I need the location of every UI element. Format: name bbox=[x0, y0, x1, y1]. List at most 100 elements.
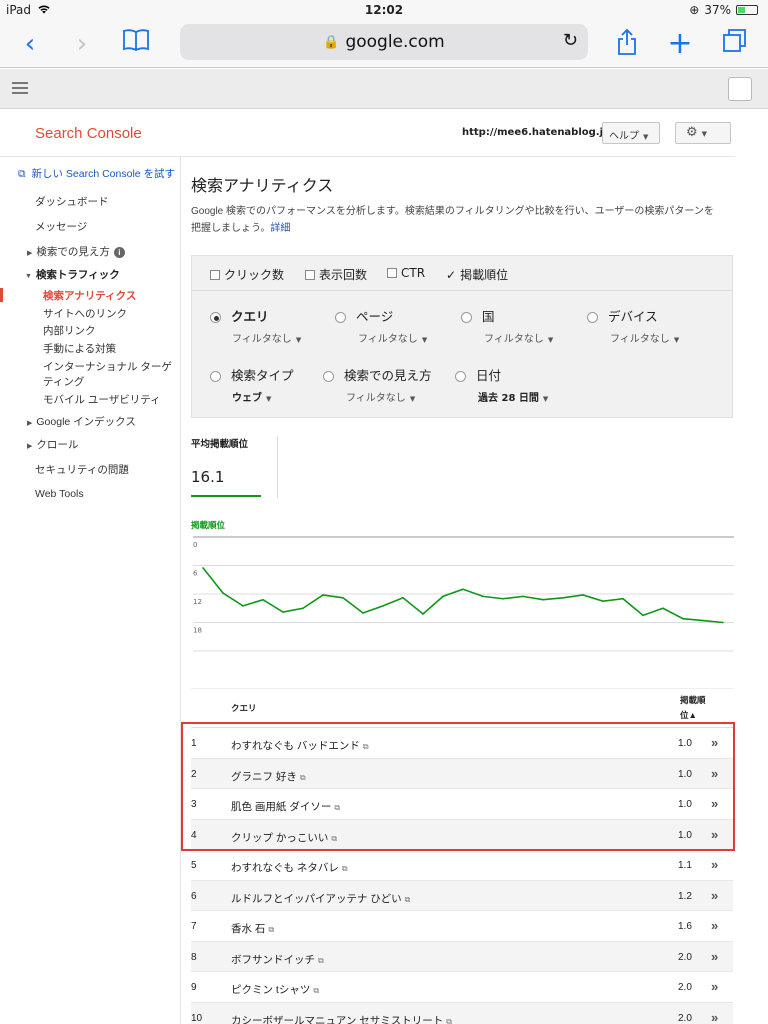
sidebar-item-crawl[interactable]: ▶ クロール bbox=[27, 437, 78, 452]
dimension-country[interactable]: 国 bbox=[461, 306, 495, 325]
dimension-filter-device[interactable]: フィルタなし ▼ bbox=[610, 330, 679, 345]
query-text[interactable]: わすれなぐも ネタバレ ⧉ bbox=[231, 860, 348, 875]
data-point bbox=[322, 594, 324, 596]
metric-impressions[interactable]: 表示回数 bbox=[305, 266, 367, 283]
bookmarks-button[interactable] bbox=[120, 28, 152, 60]
checkmark-icon[interactable]: ✓ bbox=[446, 268, 456, 282]
metric-clicks[interactable]: クリック数 bbox=[210, 266, 284, 283]
help-button[interactable]: ヘルプ ▼ bbox=[602, 122, 660, 144]
external-link-icon[interactable]: ⧉ bbox=[313, 986, 319, 995]
column-header-query[interactable]: クエリ bbox=[231, 702, 257, 714]
sidebar-item-label: Google インデックス bbox=[36, 416, 136, 428]
forward-button[interactable]: › bbox=[66, 28, 98, 60]
table-row[interactable]: 10 カシーボザールマニュアン セサミストリート ⧉ 2.0 » bbox=[191, 1002, 733, 1024]
data-point bbox=[422, 613, 424, 615]
brand-logo[interactable]: Search Console bbox=[35, 125, 142, 142]
external-link-icon[interactable]: ⧉ bbox=[342, 864, 348, 873]
radio-button[interactable] bbox=[335, 312, 346, 323]
reload-icon[interactable]: ↻ bbox=[563, 30, 578, 51]
address-bar[interactable]: 🔒 google.com ↻ bbox=[180, 24, 588, 60]
share-button[interactable] bbox=[611, 28, 643, 60]
sidebar-item-internal-links[interactable]: 内部リンク bbox=[43, 323, 96, 338]
radio-button[interactable] bbox=[587, 312, 598, 323]
table-row[interactable]: 9 ピクミン tシャツ ⧉ 2.0 » bbox=[191, 972, 733, 1003]
sidebar-item-web-tools[interactable]: Web Tools bbox=[35, 488, 84, 500]
metric-ctr[interactable]: CTR bbox=[387, 266, 425, 280]
dimension-filter-page[interactable]: フィルタなし ▼ bbox=[358, 330, 427, 345]
sidebar-item-search-appearance[interactable]: ▶ 検索での見え方 i bbox=[27, 244, 125, 259]
sidebar-item-manual-actions[interactable]: 手動による対策 bbox=[43, 341, 116, 356]
site-url[interactable]: http://mee6.hatenablog.jp/ bbox=[462, 127, 614, 138]
new-console-link[interactable]: ⧉ 新しい Search Console を試す bbox=[18, 166, 175, 181]
sidebar-item-international-targeting[interactable]: インターナショナル ターゲ bbox=[43, 359, 172, 374]
dimension-filter-query[interactable]: フィルタなし ▼ bbox=[232, 330, 301, 345]
dimension-search-appearance[interactable]: 検索での見え方 bbox=[323, 365, 432, 384]
radio-button[interactable] bbox=[455, 371, 466, 382]
sidebar-item-security[interactable]: セキュリティの問題 bbox=[35, 462, 129, 477]
dimension-page[interactable]: ページ bbox=[335, 306, 393, 325]
table-row[interactable]: 5 わすれなぐも ネタバレ ⧉ 1.1 » bbox=[191, 850, 733, 881]
new-tab-button[interactable]: + bbox=[664, 28, 696, 60]
sidebar-item-search-analytics[interactable]: 検索アナリティクス bbox=[43, 288, 136, 303]
query-text[interactable]: ボフサンドイッチ ⧉ bbox=[231, 952, 324, 967]
chevron-down-icon: ▼ bbox=[673, 336, 680, 344]
dimension-query[interactable]: クエリ bbox=[210, 306, 269, 325]
checkbox[interactable] bbox=[387, 268, 397, 278]
dimension-date[interactable]: 日付 bbox=[455, 365, 501, 384]
chevron-right-icon[interactable]: » bbox=[711, 857, 718, 872]
info-icon[interactable]: i bbox=[113, 247, 125, 258]
details-link[interactable]: 詳細 bbox=[270, 223, 290, 234]
chevron-right-icon[interactable]: » bbox=[711, 888, 718, 903]
sidebar-item-links-to-site[interactable]: サイトへのリンク bbox=[43, 306, 127, 321]
settings-button[interactable]: ⚙ ▼ bbox=[675, 122, 731, 144]
data-point bbox=[542, 598, 544, 601]
chevron-right-icon[interactable]: » bbox=[711, 1010, 718, 1024]
app-checkbox[interactable] bbox=[728, 77, 752, 101]
checkbox[interactable] bbox=[210, 269, 220, 280]
query-text[interactable]: ルドルフとイッパイアッテナ ひどい ⧉ bbox=[231, 891, 410, 906]
data-point bbox=[302, 607, 304, 610]
back-button[interactable]: ‹ bbox=[14, 28, 46, 60]
sidebar-item-messages[interactable]: メッセージ bbox=[35, 219, 87, 234]
sidebar-item-international-targeting-cont[interactable]: ティング bbox=[43, 374, 84, 389]
radio-button[interactable] bbox=[323, 371, 334, 382]
dimension-filter-date[interactable]: 過去 28 日間 ▼ bbox=[478, 389, 548, 404]
table-row[interactable]: 6 ルドルフとイッパイアッテナ ひどい ⧉ 1.2 » bbox=[191, 880, 733, 911]
query-text[interactable]: ピクミン tシャツ ⧉ bbox=[231, 982, 319, 997]
dimension-filter-search-appearance[interactable]: フィルタなし ▼ bbox=[346, 389, 415, 404]
radio-button[interactable] bbox=[210, 312, 221, 323]
dimension-filter-search-type[interactable]: ウェブ ▼ bbox=[232, 389, 271, 404]
position-value: 2.0 bbox=[678, 982, 692, 993]
summary-card-position[interactable]: 平均掲載順位 16.1 bbox=[191, 436, 278, 498]
external-link-icon[interactable]: ⧉ bbox=[446, 1017, 452, 1024]
metric-position[interactable]: ✓ 掲載順位 bbox=[446, 266, 508, 283]
radio-button[interactable] bbox=[461, 312, 472, 323]
external-link-icon[interactable]: ⧉ bbox=[318, 956, 324, 965]
query-label: ルドルフとイッパイアッテナ ひどい bbox=[231, 892, 402, 905]
chevron-right-icon[interactable]: » bbox=[711, 979, 718, 994]
dimension-device[interactable]: デバイス bbox=[587, 306, 658, 325]
tabs-button[interactable] bbox=[719, 28, 751, 60]
sidebar-item-dashboard[interactable]: ダッシュボード bbox=[35, 194, 109, 209]
sidebar-item-mobile-usability[interactable]: モバイル ユーザビリティ bbox=[43, 392, 161, 407]
external-link-icon[interactable]: ⧉ bbox=[405, 895, 411, 904]
nav-divider bbox=[180, 157, 181, 1024]
chevron-down-icon: ▼ bbox=[409, 395, 416, 403]
chevron-right-icon[interactable]: » bbox=[711, 918, 718, 933]
checkbox[interactable] bbox=[305, 269, 315, 280]
sidebar-item-google-index[interactable]: ▶ Google インデックス bbox=[27, 414, 136, 429]
column-header-position-line-1: 掲載順 bbox=[680, 695, 706, 705]
chevron-right-icon[interactable]: » bbox=[711, 949, 718, 964]
external-link-icon[interactable]: ⧉ bbox=[268, 925, 274, 934]
query-text[interactable]: 香水 石 ⧉ bbox=[231, 921, 274, 936]
dimension-search-type[interactable]: 検索タイプ bbox=[210, 365, 294, 384]
dimension-filter-country[interactable]: フィルタなし ▼ bbox=[484, 330, 553, 345]
sidebar-item-search-traffic[interactable]: ▼ 検索トラフィック bbox=[25, 267, 120, 282]
table-row[interactable]: 7 香水 石 ⧉ 1.6 » bbox=[191, 911, 733, 942]
query-text[interactable]: カシーボザールマニュアン セサミストリート ⧉ bbox=[231, 1013, 452, 1024]
radio-button[interactable] bbox=[210, 371, 221, 382]
table-row[interactable]: 8 ボフサンドイッチ ⧉ 2.0 » bbox=[191, 941, 733, 972]
data-point bbox=[622, 597, 624, 600]
column-header-position[interactable]: 掲載順 位▲ bbox=[680, 693, 710, 723]
menu-icon[interactable] bbox=[12, 82, 28, 97]
